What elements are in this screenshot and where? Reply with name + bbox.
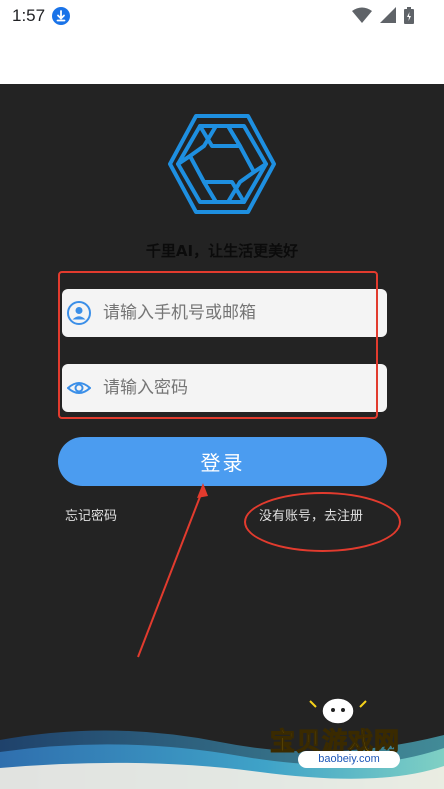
login-button[interactable]: 登录 [58,437,387,486]
register-link[interactable]: 没有账号，去注册 [259,505,363,524]
download-icon [52,7,70,25]
password-input[interactable] [103,378,363,398]
phone-email-field[interactable] [62,289,387,337]
phone-email-input[interactable] [103,303,363,323]
app-logo [168,114,276,214]
status-time: 1:57 [12,6,46,25]
watermark-url: baobeiy.com [298,751,400,768]
status-bar: 1:57 [0,0,444,84]
eye-icon[interactable] [67,376,91,400]
status-icons [352,6,414,24]
slogan: 千里AI，让生活更美好 [145,242,299,260]
forgot-password-link[interactable]: 忘记密码 [65,505,117,524]
password-field[interactable] [62,364,387,412]
signal-icon [380,7,396,23]
user-icon [67,301,91,325]
battery-icon [404,6,414,24]
wifi-icon [352,7,372,23]
